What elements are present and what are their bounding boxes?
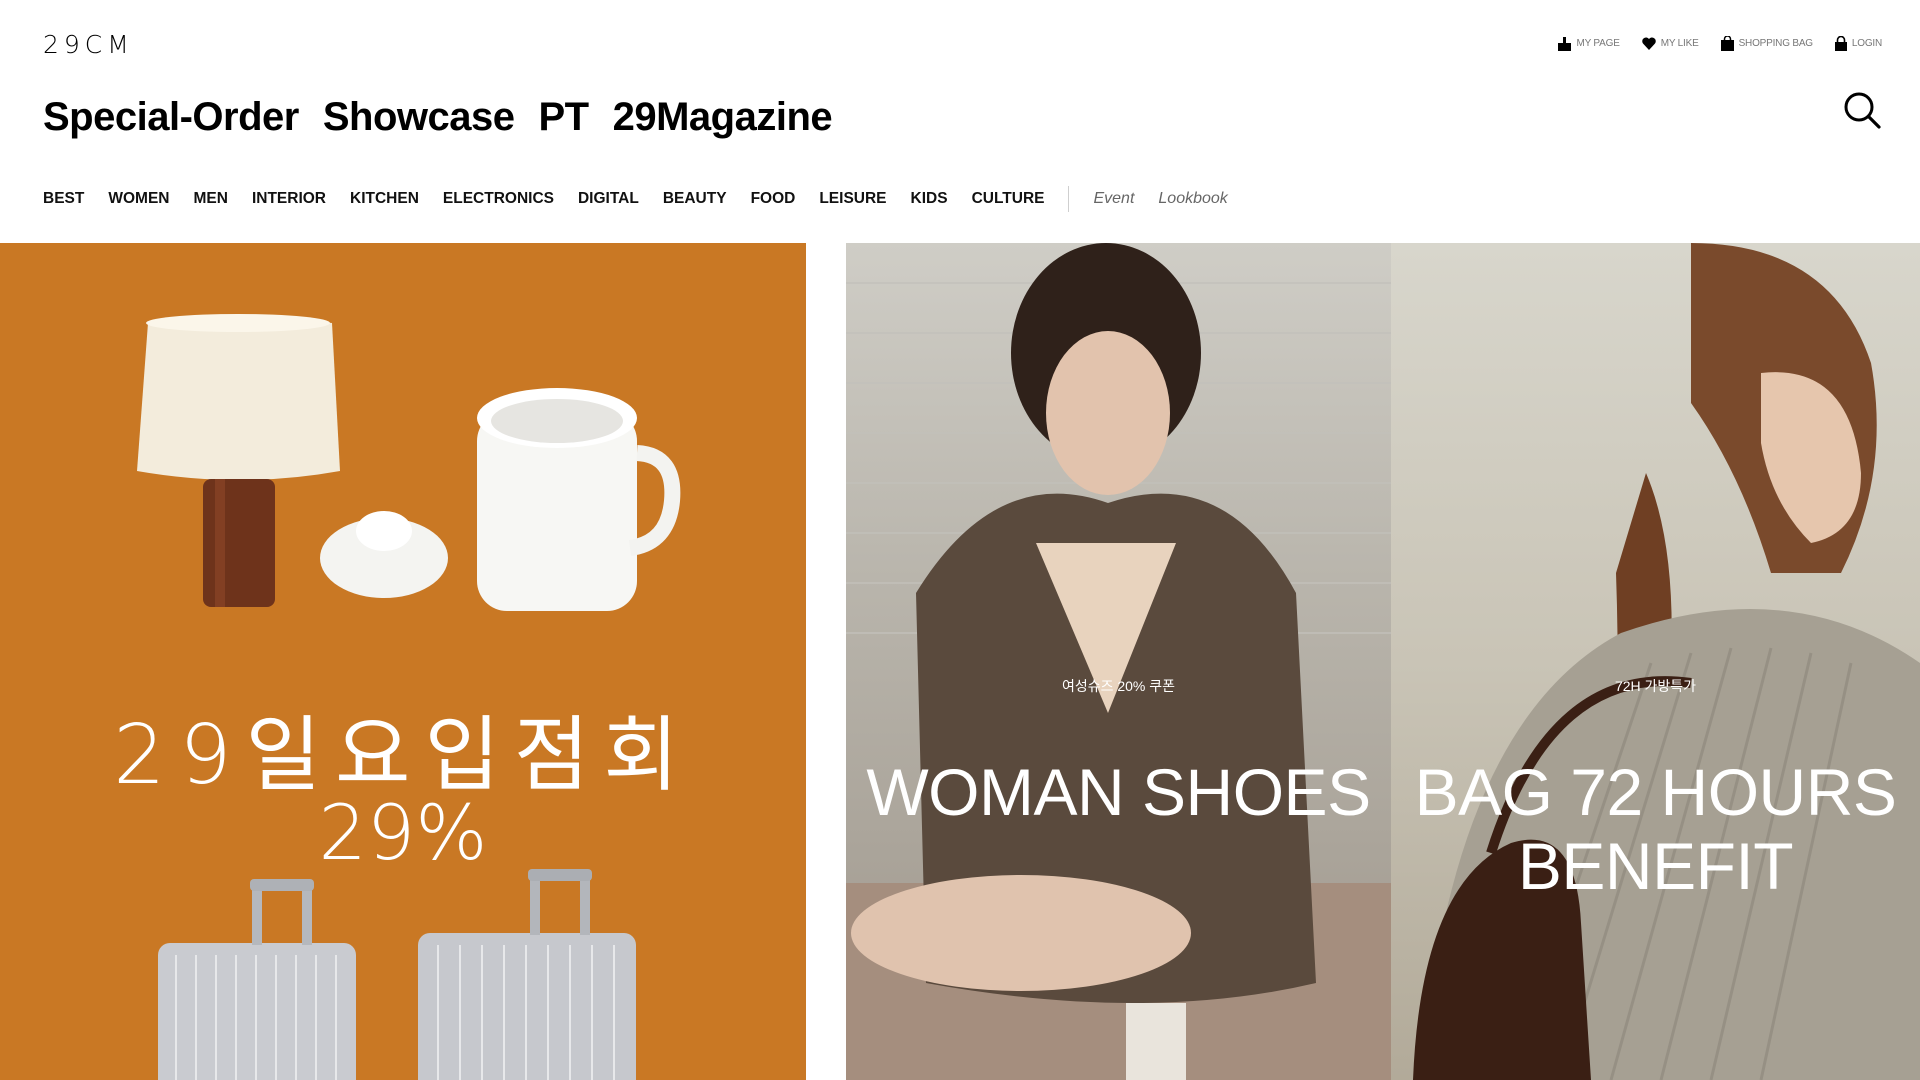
lock-icon <box>1834 36 1847 51</box>
category-culture[interactable]: CULTURE <box>972 190 1045 208</box>
category-interior[interactable]: INTERIOR <box>252 190 326 208</box>
bag-icon <box>1720 36 1734 51</box>
util-login[interactable]: LOGIN <box>1834 36 1882 51</box>
nav-special-order[interactable]: Special-Order <box>43 95 299 140</box>
nav-divider <box>1068 186 1070 212</box>
site-logo[interactable]: 29CM <box>43 30 134 59</box>
category-leisure[interactable]: LEISURE <box>819 190 886 208</box>
utility-nav: MY PAGE MY LIKE SHOPPING BAG LOGIN <box>1558 36 1882 51</box>
banner-woman-shoes[interactable]: 여성슈즈 20% 쿠폰 WOMAN SHOES <box>846 243 1391 1080</box>
main-nav: Special-Order Showcase PT 29Magazine <box>43 95 833 140</box>
product-illustration <box>137 314 681 1080</box>
category-digital[interactable]: DIGITAL <box>578 190 639 208</box>
banner-sale[interactable]: 29일요입점회 29% <box>0 243 806 1080</box>
util-my-page[interactable]: MY PAGE <box>1558 36 1620 51</box>
category-men[interactable]: MEN <box>193 190 227 208</box>
search-button[interactable] <box>1842 90 1882 130</box>
model-photo <box>1413 243 1920 1080</box>
util-my-like[interactable]: MY LIKE <box>1641 37 1699 50</box>
shoes-subtitle: 여성슈즈 20% 쿠폰 <box>1061 678 1176 694</box>
category-beauty[interactable]: BEAUTY <box>663 190 727 208</box>
nav-showcase[interactable]: Showcase <box>323 95 515 140</box>
category-electronics[interactable]: ELECTRONICS <box>443 190 554 208</box>
category-food[interactable]: FOOD <box>751 190 796 208</box>
bag-title-line1: BAG 72 HOURS <box>1414 755 1897 829</box>
heart-icon <box>1641 37 1656 50</box>
util-my-page-label: MY PAGE <box>1576 38 1620 49</box>
category-women[interactable]: WOMEN <box>108 190 169 208</box>
util-shopping-bag[interactable]: SHOPPING BAG <box>1720 36 1813 51</box>
category-kitchen[interactable]: KITCHEN <box>350 190 419 208</box>
category-nav: BEST WOMEN MEN INTERIOR KITCHEN ELECTRON… <box>43 186 1252 212</box>
bag-title-line2: BENEFIT <box>1517 829 1794 903</box>
util-shopping-bag-label: SHOPPING BAG <box>1738 38 1813 49</box>
nav-29magazine[interactable]: 29Magazine <box>613 95 833 140</box>
nav-pt[interactable]: PT <box>538 95 589 140</box>
user-icon <box>1558 36 1572 51</box>
shoes-title: WOMAN SHOES <box>866 755 1371 829</box>
sale-percent: 29% <box>318 788 488 877</box>
model-photo <box>846 243 1391 1080</box>
bag-title: BAG 72 HOURS BENEFIT <box>1391 755 1920 903</box>
category-kids[interactable]: KIDS <box>911 190 948 208</box>
util-my-like-label: MY LIKE <box>1660 38 1699 49</box>
banner-bag-benefit[interactable]: 72H 가방특가 BAG 72 HOURS BENEFIT <box>1391 243 1920 1080</box>
category-best[interactable]: BEST <box>43 190 84 208</box>
bag-subtitle: 72H 가방특가 <box>1614 678 1697 694</box>
link-event[interactable]: Event <box>1093 190 1134 208</box>
search-icon <box>1844 92 1881 129</box>
util-login-label: LOGIN <box>1851 38 1882 49</box>
link-lookbook[interactable]: Lookbook <box>1158 190 1227 208</box>
